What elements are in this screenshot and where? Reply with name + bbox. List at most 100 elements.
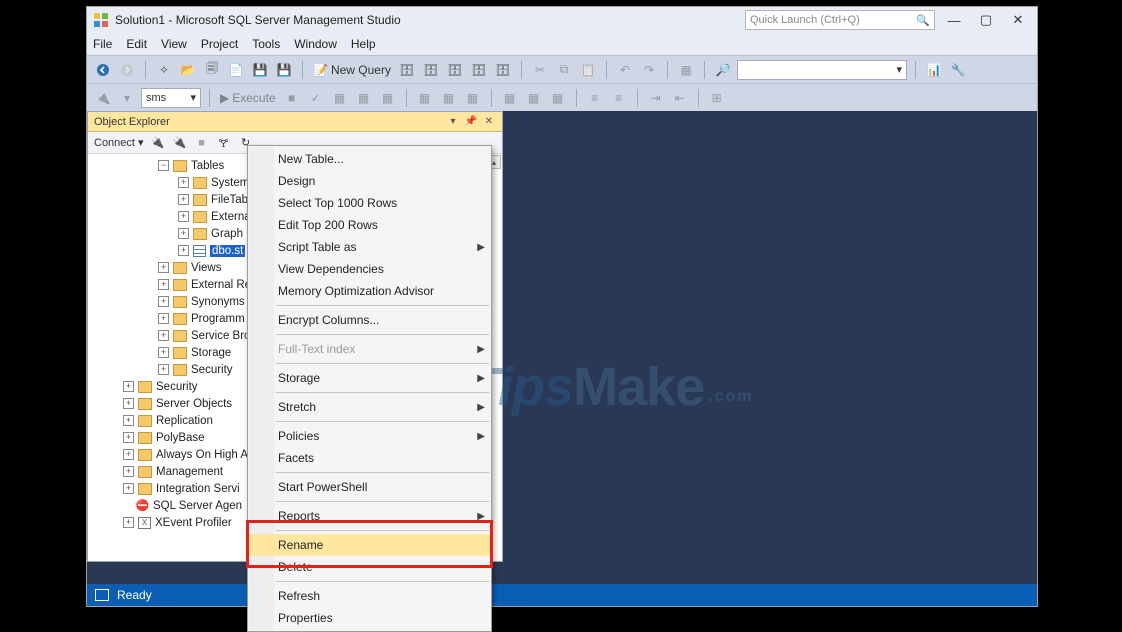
grid-icon: ▦ bbox=[676, 60, 696, 80]
app-icon bbox=[93, 12, 109, 28]
submenu-arrow-icon: ▶ bbox=[477, 373, 485, 384]
cm-script[interactable]: Script Table as▶ bbox=[248, 236, 491, 258]
registered-servers-icon[interactable]: 📊 bbox=[924, 60, 944, 80]
execute-button: ▶Execute bbox=[218, 91, 278, 105]
results-icon-3: ▦ bbox=[463, 88, 483, 108]
menu-edit[interactable]: Edit bbox=[126, 37, 147, 51]
submenu-arrow-icon: ▶ bbox=[477, 511, 485, 522]
cm-properties[interactable]: Properties bbox=[248, 607, 491, 629]
indent-icon-2: ⇥ bbox=[646, 88, 666, 108]
close-button[interactable]: ✕ bbox=[1005, 10, 1031, 30]
panel-pin-icon[interactable]: 📌 bbox=[464, 115, 478, 129]
cm-refresh[interactable]: Refresh bbox=[248, 585, 491, 607]
cut-icon: ✂ bbox=[530, 60, 550, 80]
menu-tools[interactable]: Tools bbox=[252, 37, 280, 51]
connect-icon: 🔌 bbox=[93, 88, 113, 108]
toolbar-main: ✧ 📂 🗐 📄 💾 💾 📝New Query 🗄 🗄 🗄 🗄 🗄 ✂ ⧉ 📋 ↶… bbox=[87, 55, 1037, 83]
uncomment-icon: ▦ bbox=[524, 88, 544, 108]
cm-reports[interactable]: Reports▶ bbox=[248, 505, 491, 527]
indent-icon: ▦ bbox=[548, 88, 568, 108]
results-icon-2: ▦ bbox=[439, 88, 459, 108]
comment-icon: ▦ bbox=[500, 88, 520, 108]
copy-icon: ⧉ bbox=[554, 60, 574, 80]
undo-icon: ↶ bbox=[615, 60, 635, 80]
watermark: TipsMake.com bbox=[467, 356, 753, 418]
cm-powershell[interactable]: Start PowerShell bbox=[248, 476, 491, 498]
title-bar: Solution1 - Microsoft SQL Server Managem… bbox=[87, 7, 1037, 33]
connect-dropdown[interactable]: Connect ▾ bbox=[94, 136, 144, 149]
search-combo[interactable]: ▾ bbox=[737, 60, 907, 80]
panel-title-bar: Object Explorer ▾ 📌 ✕ bbox=[88, 112, 502, 132]
menu-bar: File Edit View Project Tools Window Help bbox=[87, 33, 1037, 55]
outdent-icon-3: ⇤ bbox=[670, 88, 690, 108]
plan-icon-3: ▦ bbox=[378, 88, 398, 108]
app-window: Solution1 - Microsoft SQL Server Managem… bbox=[86, 6, 1038, 607]
new-item-icon[interactable]: ✧ bbox=[154, 60, 174, 80]
cm-storage[interactable]: Storage▶ bbox=[248, 367, 491, 389]
db-icon-2[interactable]: 🗄 bbox=[421, 60, 441, 80]
panel-title-label: Object Explorer bbox=[94, 116, 170, 128]
context-menu: New Table... Design Select Top 1000 Rows… bbox=[247, 145, 492, 632]
menu-view[interactable]: View bbox=[161, 37, 187, 51]
cm-design[interactable]: Design bbox=[248, 170, 491, 192]
status-text: Ready bbox=[117, 588, 152, 602]
stop-filter-icon: ■ bbox=[194, 135, 210, 151]
database-combo[interactable]: sms▾ bbox=[141, 88, 201, 108]
cm-select-top[interactable]: Select Top 1000 Rows bbox=[248, 192, 491, 214]
plan-icon-2: ▦ bbox=[354, 88, 374, 108]
new-project-icon[interactable]: 🗐 bbox=[202, 60, 222, 80]
refresh-filter-icon[interactable]: 🝖 bbox=[216, 135, 232, 151]
menu-window[interactable]: Window bbox=[294, 37, 337, 51]
filter2-icon[interactable]: 🔌 bbox=[172, 135, 188, 151]
stop-icon: ■ bbox=[282, 88, 302, 108]
cm-facets[interactable]: Facets bbox=[248, 447, 491, 469]
menu-help[interactable]: Help bbox=[351, 37, 376, 51]
table-icon bbox=[193, 245, 206, 257]
workspace: Object Explorer ▾ 📌 ✕ Connect ▾ 🔌 🔌 ■ 🝖 … bbox=[87, 111, 1037, 584]
find-icon[interactable]: 🔎 bbox=[713, 60, 733, 80]
filter-icon[interactable]: 🔌 bbox=[150, 135, 166, 151]
outdent-icon-2: ≡ bbox=[609, 88, 629, 108]
db-icon-4[interactable]: 🗄 bbox=[469, 60, 489, 80]
menu-file[interactable]: File bbox=[93, 37, 112, 51]
results-icon-1: ▦ bbox=[415, 88, 435, 108]
minimize-button[interactable]: ― bbox=[941, 10, 967, 30]
play-icon: ▶ bbox=[220, 91, 229, 105]
submenu-arrow-icon: ▶ bbox=[477, 344, 485, 355]
nav-forward-icon bbox=[117, 60, 137, 80]
cm-new-table[interactable]: New Table... bbox=[248, 148, 491, 170]
parse-icon: ✓ bbox=[306, 88, 326, 108]
quick-launch-placeholder: Quick Launch (Ctrl+Q) bbox=[750, 14, 860, 26]
db-icon-1[interactable]: 🗄 bbox=[397, 60, 417, 80]
redo-icon: ↷ bbox=[639, 60, 659, 80]
save-icon[interactable]: 💾 bbox=[250, 60, 270, 80]
maximize-button[interactable]: ▢ bbox=[973, 10, 999, 30]
db-icon-5[interactable]: 🗄 bbox=[493, 60, 513, 80]
window-title: Solution1 - Microsoft SQL Server Managem… bbox=[115, 13, 401, 27]
search-icon: 🔍 bbox=[916, 14, 930, 27]
save-all-icon[interactable]: 💾 bbox=[274, 60, 294, 80]
nav-back-icon[interactable] bbox=[93, 60, 113, 80]
quick-launch-input[interactable]: Quick Launch (Ctrl+Q) 🔍 bbox=[745, 10, 935, 30]
submenu-arrow-icon: ▶ bbox=[477, 431, 485, 442]
menu-project[interactable]: Project bbox=[201, 37, 238, 51]
open-file-icon[interactable]: 📄 bbox=[226, 60, 246, 80]
new-query-button[interactable]: 📝New Query bbox=[311, 63, 393, 77]
status-bar: Ready bbox=[87, 584, 1037, 606]
cm-mem-opt[interactable]: Memory Optimization Advisor bbox=[248, 280, 491, 302]
cm-policies[interactable]: Policies▶ bbox=[248, 425, 491, 447]
cm-stretch[interactable]: Stretch▶ bbox=[248, 396, 491, 418]
cm-delete[interactable]: Delete bbox=[248, 556, 491, 578]
cm-encrypt[interactable]: Encrypt Columns... bbox=[248, 309, 491, 331]
cm-rename[interactable]: Rename bbox=[248, 534, 491, 556]
db-icon-3[interactable]: 🗄 bbox=[445, 60, 465, 80]
change-conn-icon: ▾ bbox=[117, 88, 137, 108]
specifier-icon: ⊞ bbox=[707, 88, 727, 108]
cm-view-dep[interactable]: View Dependencies bbox=[248, 258, 491, 280]
cm-edit-top[interactable]: Edit Top 200 Rows bbox=[248, 214, 491, 236]
properties-icon[interactable]: 🔧 bbox=[948, 60, 968, 80]
panel-dropdown-icon[interactable]: ▾ bbox=[446, 115, 460, 129]
panel-close-icon[interactable]: ✕ bbox=[482, 115, 496, 129]
open-icon[interactable]: 📂 bbox=[178, 60, 198, 80]
submenu-arrow-icon: ▶ bbox=[477, 242, 485, 253]
